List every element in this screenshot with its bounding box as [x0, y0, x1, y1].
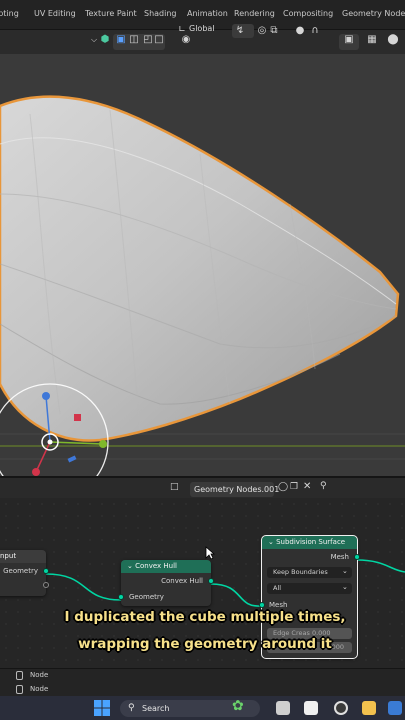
tab-geometry-nodes[interactable]: Geometry Nodes [342, 9, 405, 18]
gizmo-plane-handle [67, 455, 77, 463]
windows-start-icon[interactable] [94, 700, 110, 716]
app-icon[interactable] [388, 701, 402, 715]
pin-icon[interactable]: ⚲ [320, 481, 327, 491]
group-input-node[interactable]: nput Geometry [0, 550, 49, 596]
task-view-icon[interactable] [276, 701, 290, 715]
mesh-output-socket[interactable] [354, 554, 360, 560]
proportional-edit-icon[interactable]: ◎ [256, 25, 268, 37]
outliner-item[interactable]: Node [30, 685, 48, 693]
fake-user-icon[interactable]: ◯ [278, 482, 288, 492]
gizmo-plane-handle [74, 414, 81, 421]
gizmo-x-handle [32, 468, 40, 476]
tab-uv-editing[interactable]: UV Editing [34, 9, 76, 18]
edit-mode-icon[interactable]: ◫ [128, 34, 140, 46]
node-title: nput [0, 550, 46, 563]
falloff-icon[interactable]: ∩ [309, 25, 321, 37]
mouse-cursor-icon [205, 546, 215, 560]
outliner-item[interactable]: Node [30, 671, 48, 679]
shading-solid-icon[interactable]: ⬤ [387, 34, 399, 46]
node-icon [16, 685, 23, 694]
tab-texture-paint[interactable]: Texture Paint [85, 9, 137, 18]
gizmo-y-handle [99, 440, 107, 448]
geometry-input-socket[interactable] [118, 594, 124, 600]
xray-icon[interactable]: ▣ [343, 34, 355, 46]
gizmo-z-handle [42, 392, 50, 400]
mesh-input-socket[interactable] [259, 602, 265, 608]
tab-rendering[interactable]: Rendering [234, 9, 275, 18]
node-title: ⌄ Convex Hull [121, 560, 211, 573]
chevron-down-icon: ⌄ [342, 567, 348, 575]
node-title: ⌄ Subdivision Surface [262, 536, 357, 549]
snap-icon[interactable]: ↯ [234, 25, 246, 37]
geometry-output-socket[interactable] [43, 568, 49, 574]
link-subsurf-out [356, 559, 405, 573]
socket-label: Mesh [330, 553, 349, 561]
3d-viewport[interactable] [0, 54, 405, 476]
close-icon[interactable]: ✕ [303, 481, 311, 492]
overlays-icon[interactable]: ● [294, 25, 306, 37]
orientation-dropdown[interactable]: Global [189, 24, 215, 33]
tab-compositing[interactable]: Compositing [283, 9, 333, 18]
node-editor-header: □ Geometry Nodes.001 ◯ ❐ ✕ ⚲ [0, 476, 405, 498]
editor-type-icon[interactable]: □ [170, 482, 179, 492]
convex-hull-output-socket[interactable] [208, 578, 214, 584]
node-group-selector[interactable]: Geometry Nodes.001 [190, 482, 279, 497]
search-label: Search [142, 704, 170, 713]
node-icon [16, 671, 23, 680]
mirror-icon[interactable]: ⧉ [268, 25, 280, 37]
chevron-down-icon: ⌄ [342, 583, 348, 591]
subtitle-line-2: wrapping the geometry around it [78, 636, 332, 652]
viewport-header: ⌵ ⬢ ▣ ◫ ◰ □ ∟ Global ◉ ↯ ◎ ⧉ ● ∩ ▣ ▦ ⬤ [0, 24, 405, 54]
link-input-to-hull [45, 573, 122, 601]
taskbar: ⚲ Search ✿ [0, 696, 405, 720]
notion-icon[interactable] [304, 701, 318, 715]
duplicate-icon[interactable]: ❐ [290, 482, 298, 492]
viewport-gizmo-icon[interactable]: ⬢ [99, 34, 111, 46]
socket-label: Geometry [129, 593, 164, 601]
pivot-icon[interactable]: ◉ [180, 34, 192, 46]
outliner-strip: Node Node [0, 668, 405, 696]
viewport-scene [0, 95, 405, 476]
socket-label: Mesh [269, 601, 288, 609]
obs-icon[interactable] [334, 701, 348, 715]
empty-output-socket[interactable] [43, 582, 49, 588]
file-explorer-icon[interactable] [362, 701, 376, 715]
convex-hull-node[interactable]: ⌄ Convex Hull Convex Hull Geometry [118, 560, 214, 606]
link-hull-to-subsurf [210, 583, 263, 607]
node-title-text: Subdivision Surface [276, 538, 346, 546]
subtitle-line-1: I duplicated the cube multiple times, [64, 609, 346, 625]
face-select-icon[interactable]: □ [153, 34, 165, 46]
socket-label: Convex Hull [161, 577, 203, 585]
shading-icon[interactable]: ▦ [366, 34, 378, 46]
tab-shading[interactable]: Shading [144, 9, 177, 18]
node-title-text: Convex Hull [135, 562, 177, 570]
boundary-dropdown[interactable]: Keep Boundaries [267, 567, 352, 578]
chevron-down-icon[interactable]: ⌄ [268, 538, 276, 546]
search-icon: ⚲ [128, 703, 135, 713]
tab-animation[interactable]: Animation [187, 9, 228, 18]
chevron-down-icon[interactable]: ⌄ [127, 562, 135, 570]
uv-smooth-dropdown[interactable]: All [267, 583, 352, 594]
socket-label: Geometry [3, 567, 38, 575]
convex-hull-mesh [0, 95, 400, 442]
tab-sculpting[interactable]: lpting [0, 9, 19, 18]
mascot-icon: ✿ [232, 698, 244, 714]
select-box-icon[interactable]: ▣ [115, 34, 127, 46]
